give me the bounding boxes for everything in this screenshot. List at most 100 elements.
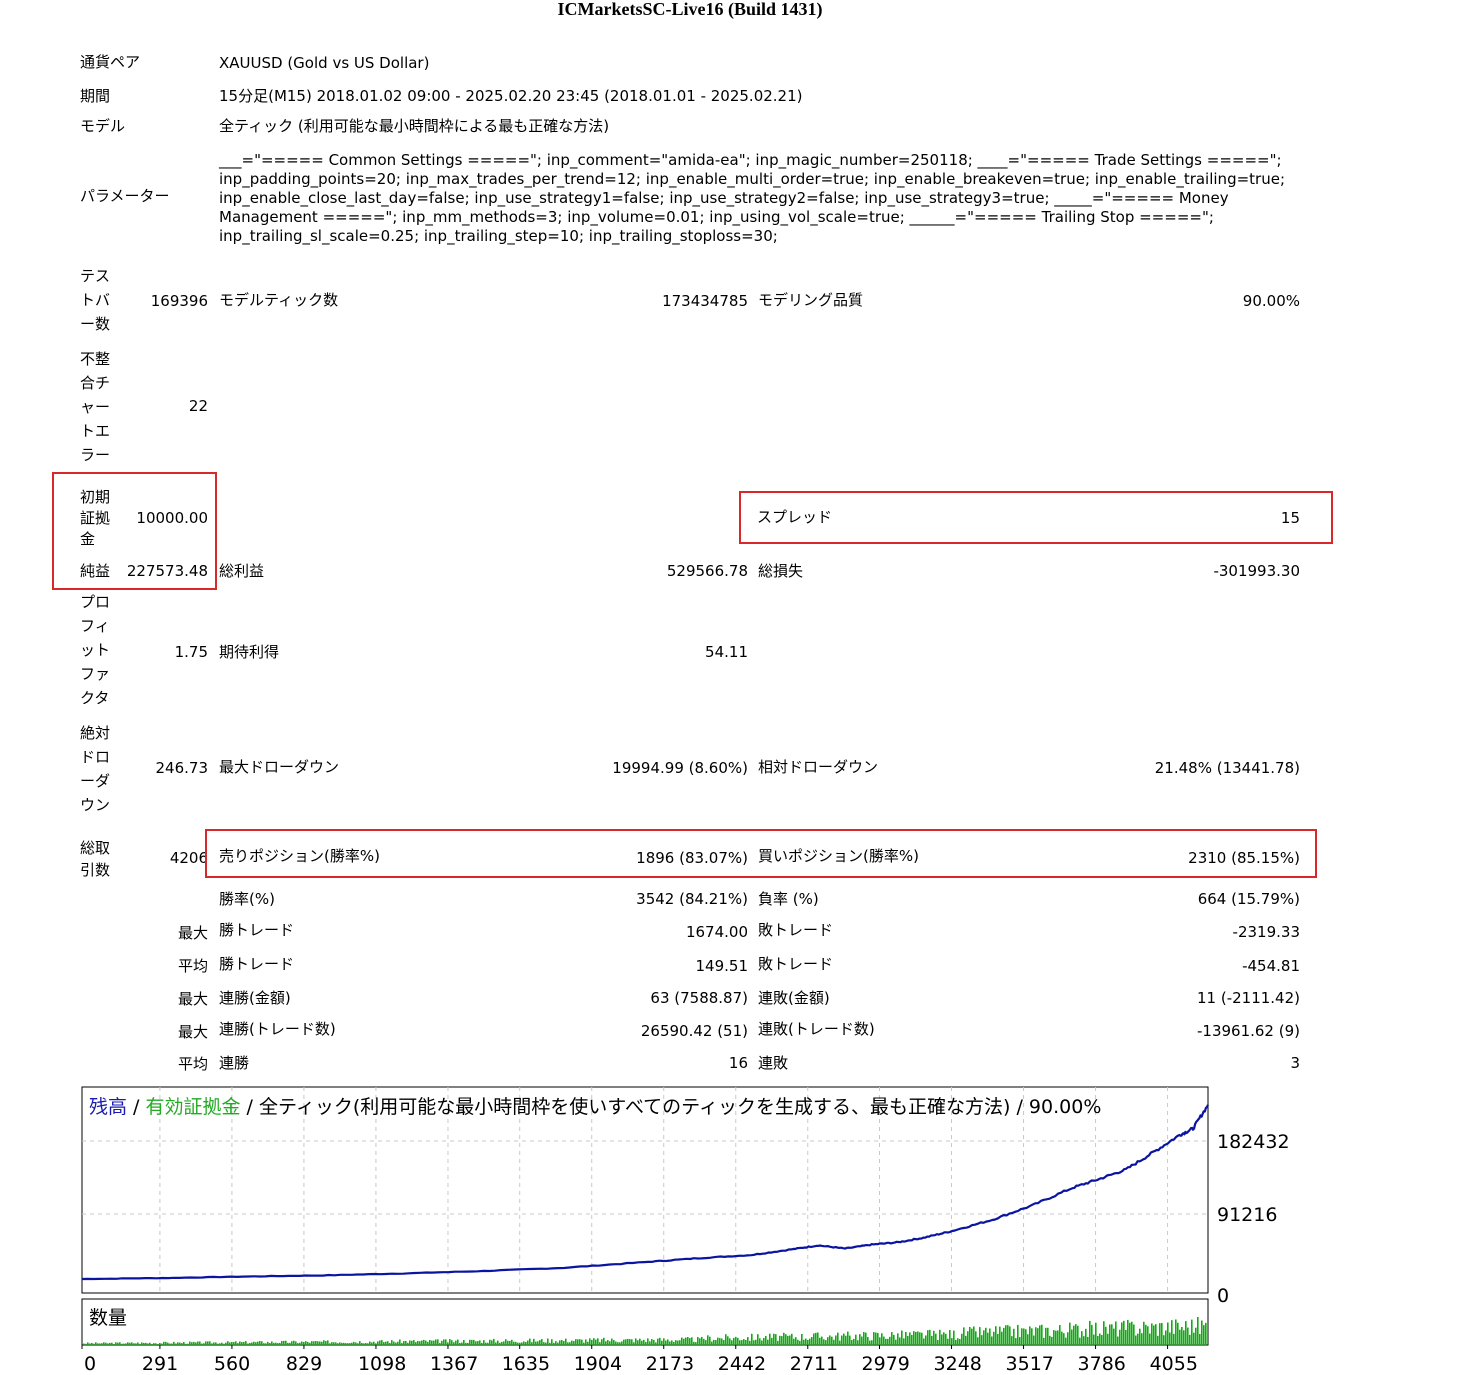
volume-bar xyxy=(913,1331,915,1345)
largest-win-value: 1674.00 xyxy=(685,923,748,941)
volume-bar xyxy=(413,1340,415,1345)
volume-bar xyxy=(371,1342,373,1345)
volume-bar xyxy=(557,1342,559,1345)
volume-bar xyxy=(1155,1324,1157,1345)
volume-bar xyxy=(471,1339,473,1345)
volume-bar xyxy=(689,1338,691,1345)
volume-bar xyxy=(785,1334,787,1345)
volume-bar xyxy=(1165,1330,1167,1345)
volume-bar xyxy=(1051,1336,1053,1345)
volume-bar xyxy=(443,1339,445,1345)
win-rate-label: 勝率(%) xyxy=(219,890,275,908)
volume-bar xyxy=(169,1343,171,1345)
volume-bar xyxy=(453,1342,455,1345)
profit-factor-label: プロフィットファクタ xyxy=(80,593,111,707)
volume-bar xyxy=(195,1342,197,1345)
win-rate-value: 3542 (84.21%) xyxy=(636,890,748,908)
volume-bar xyxy=(339,1342,341,1345)
volume-bar xyxy=(865,1332,867,1345)
volume-bar xyxy=(921,1332,923,1345)
gross-loss-label: 総損失 xyxy=(758,562,804,580)
volume-bar xyxy=(319,1341,321,1345)
volume-bar xyxy=(917,1331,919,1345)
volume-bar xyxy=(1129,1322,1131,1345)
volume-bar xyxy=(957,1338,959,1345)
volume-bar xyxy=(349,1343,351,1345)
volume-bar xyxy=(739,1340,741,1345)
volume-bar xyxy=(353,1341,355,1345)
volume-bar xyxy=(903,1338,905,1345)
volume-bar xyxy=(407,1342,409,1345)
volume-bar xyxy=(437,1339,439,1345)
volume-bar xyxy=(181,1343,183,1345)
volume-bar xyxy=(271,1341,273,1345)
volume-bar xyxy=(885,1338,887,1345)
volume-bar xyxy=(465,1342,467,1345)
volume-bar xyxy=(259,1341,261,1345)
volume-bar xyxy=(837,1332,839,1345)
max-consec-losses-amt-value: 11 (-2111.42) xyxy=(1196,989,1300,1007)
x-tick-label: 4055 xyxy=(1150,1353,1198,1375)
loss-rate-label: 負率 (%) xyxy=(758,890,819,908)
x-tick-label: 2173 xyxy=(646,1353,694,1375)
pair-value: XAUUSD (Gold vs US Dollar) xyxy=(219,54,430,72)
volume-bar xyxy=(725,1334,727,1345)
volume-bar xyxy=(249,1342,251,1345)
volume-bar xyxy=(643,1339,645,1345)
volume-bar xyxy=(663,1338,665,1345)
volume-bar xyxy=(991,1336,993,1345)
volume-bar xyxy=(1085,1328,1087,1345)
volume-bar xyxy=(869,1340,871,1345)
max-consec-losses-amt-label: 連敗(金額) xyxy=(758,989,830,1007)
avg-consec-losses-value: 3 xyxy=(1290,1054,1300,1072)
volume-bar xyxy=(645,1341,647,1345)
volume-bar xyxy=(293,1340,295,1345)
volume-bar xyxy=(501,1341,503,1345)
volume-bar xyxy=(313,1341,315,1345)
largest-prefix: 最大 xyxy=(177,924,208,942)
volume-bar xyxy=(619,1342,621,1345)
volume-bar xyxy=(741,1340,743,1345)
volume-bar xyxy=(821,1336,823,1345)
volume-bar xyxy=(1171,1320,1173,1345)
volume-bar xyxy=(1179,1329,1181,1345)
volume-bar xyxy=(637,1340,639,1345)
volume-bar xyxy=(647,1338,649,1345)
volume-bar xyxy=(417,1340,419,1345)
volume-bar xyxy=(499,1342,501,1345)
volume-bar xyxy=(715,1340,717,1345)
volume-bar xyxy=(565,1338,567,1345)
volume-bar xyxy=(383,1342,385,1345)
volume-bar xyxy=(799,1340,801,1345)
volume-bar xyxy=(473,1339,475,1345)
volume-bar xyxy=(845,1335,847,1345)
volume-bar xyxy=(233,1342,235,1345)
avg-win-label: 勝トレード xyxy=(219,955,295,973)
y-axis-ticks: 182432 91216 0 xyxy=(1217,1131,1290,1307)
volume-bar xyxy=(469,1339,471,1345)
volume-bar xyxy=(215,1342,217,1345)
volume-bar xyxy=(221,1342,223,1345)
volume-bar xyxy=(1103,1321,1105,1345)
volume-bar xyxy=(1013,1328,1015,1345)
volume-bar xyxy=(541,1339,543,1345)
volume-bar xyxy=(607,1340,609,1345)
model-value: 全ティック (利用可能な最小時間枠による最も正確な方法) xyxy=(219,117,610,135)
volume-bar xyxy=(211,1343,213,1345)
volume-bar xyxy=(555,1341,557,1345)
volume-bar xyxy=(209,1341,211,1345)
volume-bar xyxy=(667,1339,669,1345)
volume-bar xyxy=(175,1343,177,1345)
x-tick-label: 3517 xyxy=(1006,1353,1054,1375)
volume-bar xyxy=(875,1332,877,1345)
volume-bar xyxy=(933,1330,935,1345)
volume-bar xyxy=(359,1341,361,1345)
gross-loss-value: -301993.30 xyxy=(1213,562,1300,580)
volume-bar xyxy=(1077,1325,1079,1345)
volume-bar xyxy=(267,1341,269,1345)
volume-bar xyxy=(807,1339,809,1345)
volume-bar xyxy=(925,1335,927,1345)
volume-bar xyxy=(205,1341,207,1345)
volume-bar xyxy=(275,1342,277,1345)
highlight-spread xyxy=(739,491,1333,544)
